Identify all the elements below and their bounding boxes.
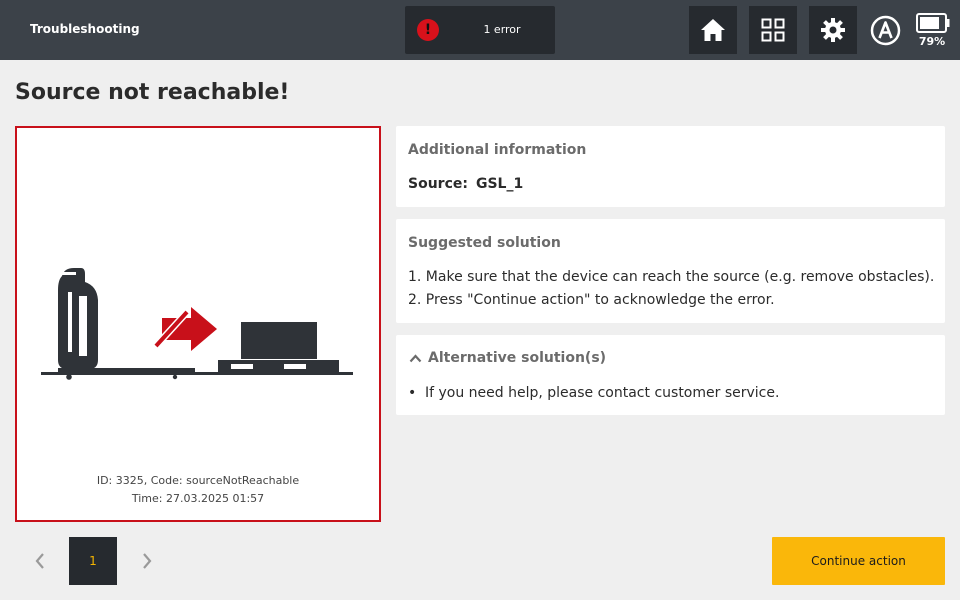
battery-percent: 79% (918, 35, 946, 48)
gear-icon (821, 18, 845, 42)
bullet: • (408, 385, 417, 401)
home-icon (701, 19, 725, 41)
solution-step: 2. Press "Continue action" to acknowledg… (408, 292, 775, 308)
source-not-reachable-illustration (41, 268, 353, 380)
next-page-button[interactable] (137, 550, 157, 572)
app-title: Troubleshooting (30, 22, 140, 36)
grid-icon (761, 18, 785, 42)
alternative-solution-toggle[interactable]: Alternative solution(s) (428, 350, 606, 366)
solution-step: 1. Make sure that the device can reach t… (408, 269, 935, 285)
additional-info-card: Additional information Source: GSL_1 (396, 126, 945, 207)
apps-grid-button[interactable] (749, 6, 797, 54)
alternative-solution-card: Alternative solution(s) • If you need hel… (396, 335, 945, 415)
page-title: Source not reachable! (15, 80, 290, 105)
home-button[interactable] (689, 6, 737, 54)
suggested-solution-card: Suggested solution 1. Make sure that the… (396, 219, 945, 323)
current-page-indicator[interactable]: 1 (69, 537, 117, 585)
suggested-solution-heading: Suggested solution (408, 235, 561, 251)
blocked-arrow-icon (153, 307, 217, 351)
source-line: Source: GSL_1 (408, 176, 523, 192)
chevron-up-icon[interactable] (409, 352, 422, 365)
error-indicator-button[interactable]: ! 1 error (405, 6, 555, 54)
chevron-right-icon (143, 553, 152, 569)
previous-page-button[interactable] (30, 550, 50, 572)
error-count-label: 1 error (483, 23, 521, 36)
source-value: GSL_1 (475, 176, 524, 192)
chevron-left-icon (35, 553, 44, 569)
error-illustration-panel: ID: 3325, Code: sourceNotReachable Time:… (15, 126, 381, 522)
continue-action-button[interactable]: Continue action (772, 537, 945, 585)
auto-mode-icon[interactable] (870, 15, 901, 46)
error-time: Time: 27.03.2025 01:57 (131, 492, 265, 505)
error-id-code: ID: 3325, Code: sourceNotReachable (96, 474, 300, 487)
alternative-solution-text: If you need help, please contact custome… (425, 385, 780, 401)
top-bar: Troubleshooting ! 1 error 79% (0, 0, 960, 60)
source-label: Source: (408, 176, 468, 192)
battery-icon (916, 13, 950, 33)
settings-button[interactable] (809, 6, 857, 54)
error-icon: ! (417, 19, 439, 41)
list-item: • If you need help, please contact custom… (408, 385, 779, 401)
additional-info-heading: Additional information (408, 142, 587, 158)
